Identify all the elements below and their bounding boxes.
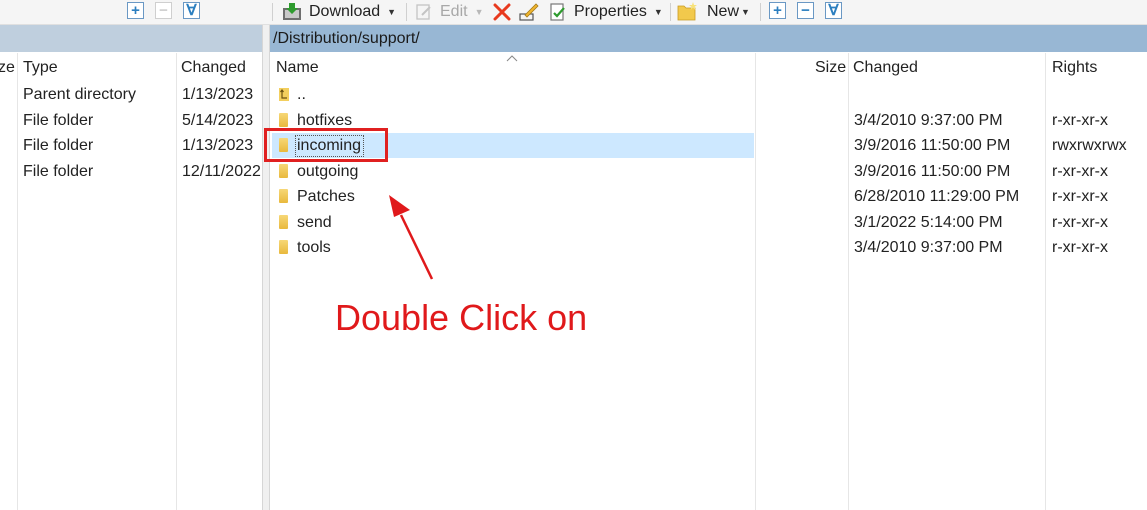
- add-filter-button-right[interactable]: +: [769, 2, 786, 19]
- delete-icon: [493, 3, 511, 21]
- row-name: tools: [297, 239, 331, 256]
- folder-icon: [279, 113, 288, 127]
- download-label: Download: [309, 3, 381, 20]
- column-divider[interactable]: [1045, 53, 1046, 510]
- left-column-changed[interactable]: Changed: [181, 59, 246, 77]
- toolbar-separator: [406, 3, 407, 21]
- right-path-bar[interactable]: /Distribution/support/: [270, 25, 1147, 52]
- row-type: Parent directory: [23, 86, 136, 103]
- row-type: File folder: [23, 137, 94, 154]
- highlight-box: [264, 128, 388, 162]
- parent-directory-icon: [279, 88, 289, 101]
- annotation-arrow-icon: [389, 195, 434, 280]
- row-rights: r-xr-xr-x: [1052, 214, 1108, 231]
- filter-icon: ∀: [828, 2, 839, 19]
- column-divider[interactable]: [176, 53, 177, 510]
- row-changed: 6/28/2010 11:29:00 PM: [854, 188, 1020, 205]
- rename-icon: [519, 3, 539, 21]
- column-divider[interactable]: [17, 53, 18, 510]
- row-changed: 5/14/2023: [182, 112, 254, 129]
- chevron-down-icon[interactable]: ▼: [475, 7, 484, 17]
- delete-button[interactable]: [492, 0, 512, 24]
- pane-splitter[interactable]: [262, 25, 270, 510]
- left-column-size[interactable]: ze: [0, 59, 15, 77]
- row-changed: 3/9/2016 11:50:00 PM: [854, 137, 1011, 154]
- properties-icon: [550, 3, 565, 21]
- row-changed: 1/13/2023: [182, 137, 254, 154]
- row-changed: 3/4/2010 9:37:00 PM: [854, 239, 1003, 256]
- row-rights: r-xr-xr-x: [1052, 163, 1108, 180]
- row-rights: r-xr-xr-x: [1052, 188, 1108, 205]
- row-name: ..: [297, 86, 306, 103]
- left-column-type[interactable]: Type: [23, 59, 58, 77]
- column-divider[interactable]: [755, 53, 756, 510]
- download-button[interactable]: Download ▼: [281, 0, 396, 24]
- row-name: Patches: [297, 188, 355, 205]
- rename-button[interactable]: [519, 0, 539, 24]
- edit-label: Edit: [440, 3, 468, 20]
- new-label: New: [707, 3, 740, 20]
- filter-icon: ∀: [186, 2, 197, 19]
- plus-icon: +: [773, 2, 782, 19]
- chevron-down-icon[interactable]: ▼: [654, 7, 663, 17]
- folder-icon: [279, 240, 288, 254]
- row-type: File folder: [23, 112, 94, 129]
- row-rights: r-xr-xr-x: [1052, 239, 1108, 256]
- toolbar: + − ∀ Download ▼ Edit ▼ Properties ▼ New…: [0, 0, 1147, 25]
- toolbar-separator: [272, 3, 273, 21]
- new-folder-icon: [677, 2, 697, 21]
- row-rights: r-xr-xr-x: [1052, 112, 1108, 129]
- add-filter-button-left[interactable]: +: [127, 2, 144, 19]
- row-changed: 1/13/2023: [182, 86, 254, 103]
- chevron-down-icon[interactable]: ▼: [741, 7, 750, 17]
- folder-icon: [279, 164, 288, 178]
- remove-filter-button-left[interactable]: −: [155, 2, 172, 19]
- sort-ascending-icon: [506, 55, 518, 62]
- row-name: send: [297, 214, 332, 231]
- row-changed: 3/9/2016 11:50:00 PM: [854, 163, 1011, 180]
- row-changed: 3/1/2022 5:14:00 PM: [854, 214, 1003, 231]
- chevron-down-icon[interactable]: ▼: [387, 7, 396, 17]
- properties-button[interactable]: Properties ▼: [548, 0, 663, 24]
- row-type: File folder: [23, 163, 94, 180]
- column-rights[interactable]: Rights: [1052, 59, 1097, 77]
- filter-button-right[interactable]: ∀: [825, 2, 842, 19]
- toolbar-separator: [760, 3, 761, 21]
- column-size[interactable]: Size: [815, 59, 846, 77]
- column-name[interactable]: Name: [276, 59, 319, 77]
- column-divider[interactable]: [848, 53, 849, 510]
- folder-icon: [279, 189, 288, 203]
- toolbar-separator: [670, 3, 671, 21]
- properties-label: Properties: [574, 3, 647, 20]
- row-rights: rwxrwxrwx: [1052, 137, 1127, 154]
- edit-button[interactable]: Edit ▼: [415, 0, 484, 24]
- minus-icon: −: [159, 2, 168, 19]
- folder-icon: [279, 215, 288, 229]
- annotation-text: Double Click on: [335, 297, 588, 338]
- plus-icon: +: [131, 2, 140, 19]
- edit-icon: [416, 4, 431, 20]
- row-changed: 3/4/2010 9:37:00 PM: [854, 112, 1003, 129]
- row-name: outgoing: [297, 163, 359, 180]
- column-changed[interactable]: Changed: [853, 59, 918, 77]
- left-path-bar[interactable]: [0, 25, 262, 52]
- new-button[interactable]: New ▼: [677, 0, 750, 24]
- remove-filter-button-right[interactable]: −: [797, 2, 814, 19]
- row-changed: 12/11/2022: [182, 163, 261, 180]
- download-icon: [283, 3, 301, 20]
- filter-button-left[interactable]: ∀: [183, 2, 200, 19]
- minus-icon: −: [801, 2, 810, 19]
